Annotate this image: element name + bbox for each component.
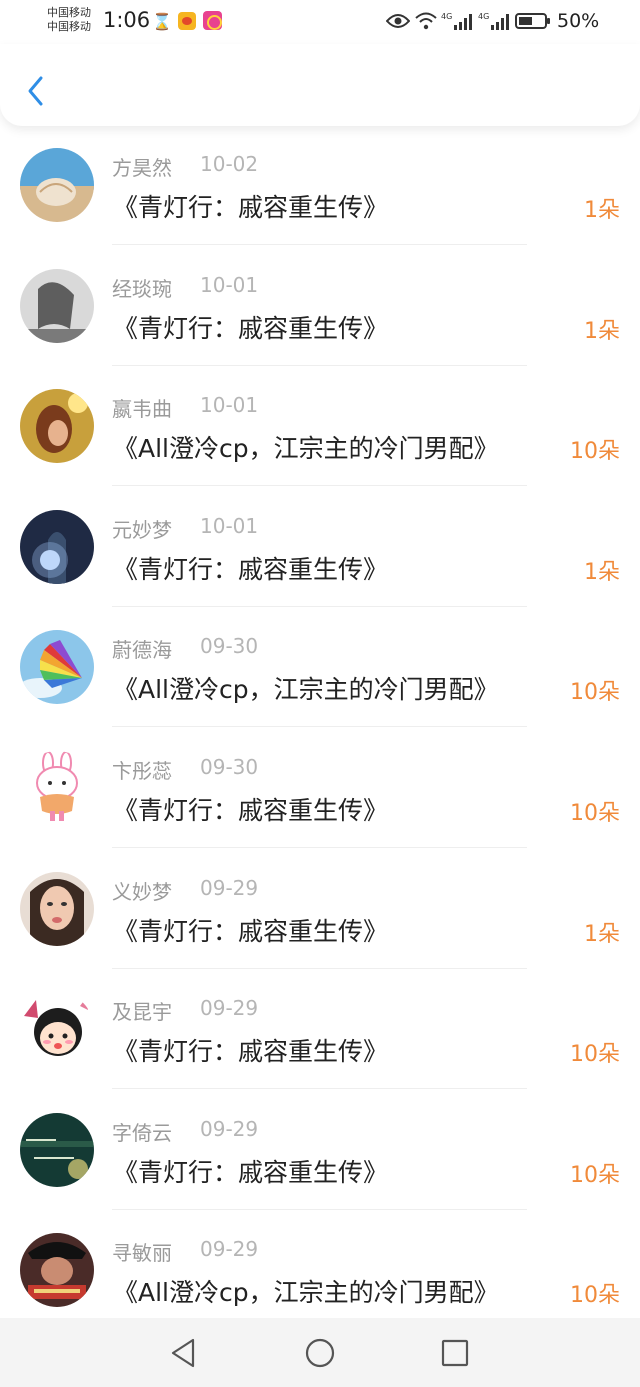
nav-recent-button[interactable]	[437, 1335, 473, 1371]
book-title[interactable]: 《青灯行：戚容重生传》	[113, 912, 388, 948]
avatar[interactable]	[20, 992, 94, 1067]
list-item[interactable]: 经琰琬 10-01 《青灯行：戚容重生传》 1朵	[0, 261, 640, 382]
book-title[interactable]: 《青灯行：戚容重生传》	[113, 188, 388, 224]
record-date: 10-01	[200, 272, 259, 297]
weibo-icon	[178, 12, 196, 30]
hourglass-icon: ⌛	[152, 11, 172, 31]
book-title[interactable]: 《青灯行：戚容重生传》	[113, 1032, 388, 1068]
battery-percent: 50%	[557, 10, 600, 32]
avatar[interactable]	[20, 1112, 94, 1187]
divider	[112, 364, 527, 366]
divider	[112, 1208, 527, 1210]
gift-record-list: 方昊然 10-02 《青灯行：戚容重生传》 1朵 经琰琬 10-01 《青灯行：…	[0, 140, 640, 1346]
signal-icon-1: 4G	[441, 11, 475, 31]
nav-home-button[interactable]	[302, 1335, 338, 1371]
avatar[interactable]	[20, 1233, 94, 1308]
record-date: 09-29	[200, 1237, 259, 1262]
status-time: 1:06	[103, 8, 151, 32]
avatar[interactable]	[20, 509, 94, 584]
list-item[interactable]: 字倚云 09-29 《青灯行：戚容重生传》 10朵	[0, 1105, 640, 1226]
user-name: 义妙梦	[112, 879, 172, 904]
book-title[interactable]: 《All澄冷cp，江宗主的冷门男配》	[113, 670, 499, 706]
avatar[interactable]	[20, 389, 94, 464]
flower-count: 10朵	[570, 439, 620, 465]
flower-count: 10朵	[570, 680, 620, 706]
book-title[interactable]: 《青灯行：戚容重生传》	[113, 791, 388, 827]
list-item[interactable]: 嬴韦曲 10-01 《All澄冷cp，江宗主的冷门男配》 10朵	[0, 381, 640, 502]
record-date: 10-01	[200, 513, 259, 538]
user-name: 嬴韦曲	[112, 397, 172, 422]
flower-count: 1朵	[584, 559, 620, 585]
user-name: 卞彤蕊	[112, 758, 172, 783]
user-name: 寻敏丽	[112, 1241, 172, 1266]
divider	[112, 967, 527, 969]
wifi-icon	[414, 11, 438, 31]
triangle-back-icon	[171, 1338, 195, 1368]
list-item[interactable]: 蔚德海 09-30 《All澄冷cp，江宗主的冷门男配》 10朵	[0, 622, 640, 743]
list-item[interactable]: 义妙梦 09-29 《青灯行：戚容重生传》 1朵	[0, 864, 640, 985]
list-item[interactable]: 卞彤蕊 09-30 《青灯行：戚容重生传》 10朵	[0, 743, 640, 864]
book-title[interactable]: 《All澄冷cp，江宗主的冷门男配》	[113, 1273, 499, 1309]
flower-count: 1朵	[584, 921, 620, 947]
carrier-2: 中国移动	[47, 20, 91, 33]
user-name: 经琰琬	[112, 276, 172, 301]
record-date: 10-02	[200, 152, 259, 176]
record-date: 09-29	[200, 996, 259, 1021]
carrier-1: 中国移动	[47, 6, 91, 19]
divider	[112, 244, 527, 245]
divider	[112, 485, 527, 487]
flower-count: 10朵	[570, 800, 620, 826]
record-date: 09-30	[200, 754, 259, 779]
list-item[interactable]: 及昆宇 09-29 《青灯行：戚容重生传》 10朵	[0, 984, 640, 1105]
avatar[interactable]	[20, 268, 94, 343]
avatar[interactable]	[20, 871, 94, 946]
record-date: 10-01	[200, 393, 259, 418]
eye-icon	[386, 11, 410, 31]
record-date: 09-29	[200, 1116, 259, 1141]
chevron-left-icon	[28, 76, 43, 106]
user-name: 蔚德海	[112, 638, 172, 663]
nav-back-button[interactable]	[165, 1335, 201, 1371]
book-title[interactable]: 《青灯行：戚容重生传》	[113, 550, 388, 586]
status-bar: 中国移动 中国移动 1:06 ⌛ 4G 4G 50%	[0, 0, 640, 44]
battery-icon	[515, 11, 551, 31]
flower-count: 1朵	[584, 318, 620, 344]
signal-1-label: 4G	[441, 12, 452, 21]
avatar[interactable]	[20, 750, 94, 825]
flower-count: 10朵	[570, 1283, 620, 1309]
avatar[interactable]	[20, 148, 94, 222]
signal-2-label: 4G	[478, 12, 489, 21]
record-date: 09-29	[200, 875, 259, 900]
signal-icon-2: 4G	[478, 11, 512, 31]
back-button[interactable]	[18, 74, 52, 108]
flower-count: 10朵	[570, 1162, 620, 1188]
record-date: 09-30	[200, 634, 259, 659]
user-name: 及昆宇	[112, 1000, 172, 1025]
divider	[112, 1088, 527, 1090]
circle-home-icon	[305, 1338, 335, 1368]
flower-count: 10朵	[570, 1042, 620, 1068]
system-navigation-bar	[0, 1318, 640, 1387]
user-name: 元妙梦	[112, 517, 172, 542]
divider	[112, 605, 527, 607]
book-title[interactable]: 《青灯行：戚容重生传》	[113, 1153, 388, 1189]
book-title[interactable]: 《All澄冷cp，江宗主的冷门男配》	[113, 429, 499, 465]
divider	[112, 846, 527, 848]
top-app-bar	[0, 44, 640, 126]
app-notification-icon	[203, 11, 222, 30]
square-recent-icon	[441, 1339, 469, 1367]
user-name: 方昊然	[112, 156, 172, 180]
book-title[interactable]: 《青灯行：戚容重生传》	[113, 309, 388, 345]
avatar[interactable]	[20, 630, 94, 705]
user-name: 字倚云	[112, 1120, 172, 1145]
divider	[112, 726, 527, 728]
list-item[interactable]: 方昊然 10-02 《青灯行：戚容重生传》 1朵	[0, 140, 640, 261]
list-item[interactable]: 元妙梦 10-01 《青灯行：戚容重生传》 1朵	[0, 502, 640, 623]
carrier-labels: 中国移动 中国移动	[47, 6, 91, 34]
flower-count: 1朵	[584, 198, 620, 223]
